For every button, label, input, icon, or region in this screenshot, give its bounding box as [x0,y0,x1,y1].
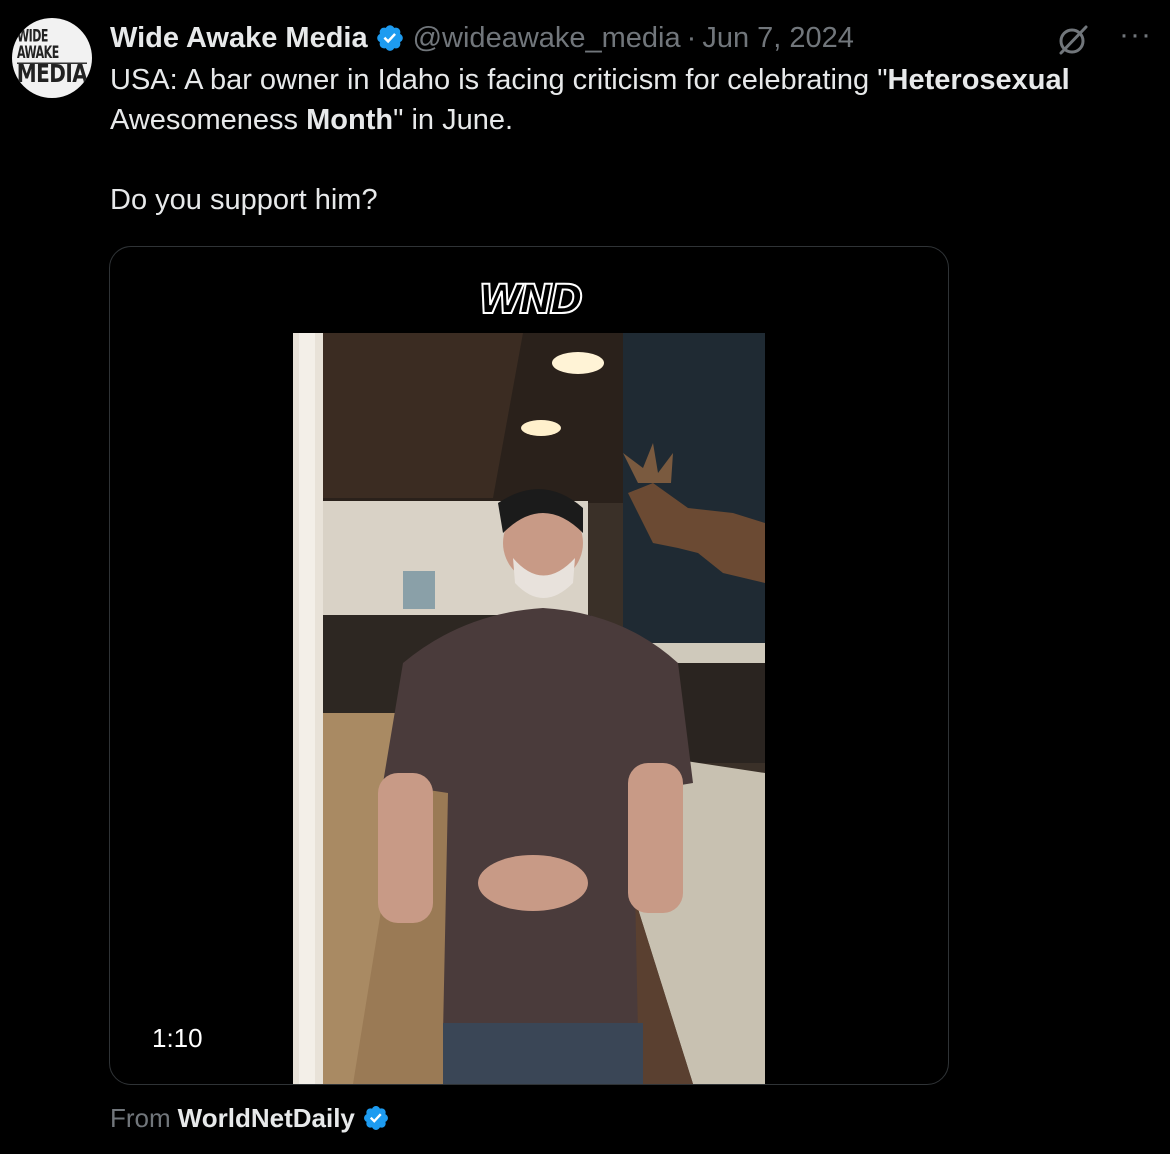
source-attribution: From WorldNetDaily [110,1098,390,1138]
video-player[interactable]: WND 1:10 [109,246,949,1085]
source-prefix: From [110,1102,171,1133]
header-actions: ··· [1055,20,1152,58]
user-handle[interactable]: @wideawake_media [413,22,681,55]
verified-badge-icon[interactable] [375,23,405,53]
tweet-header: Wide Awake Media @wideawake_media · Jun … [110,20,854,56]
tweet-text: USA: A bar owner in Idaho is facing crit… [110,60,1150,220]
avatar[interactable]: WIDE AWAKE MEDIA [12,18,92,98]
tweet-line2-bold: Month [306,104,394,136]
tweet-line1-text: USA: A bar owner in Idaho is facing crit… [110,64,888,96]
avatar-logo-line2: MEDIA [16,57,88,88]
tweet-date[interactable]: Jun 7, 2024 [702,22,854,55]
separator-dot: · [686,21,697,54]
video-thumbnail[interactable] [293,333,765,1084]
grok-icon[interactable] [1055,22,1091,58]
tweet-line1-bold: Heterosexual [887,64,1070,96]
more-icon[interactable]: ··· [1119,20,1152,50]
wnd-watermark: WND [477,276,584,324]
video-duration: 1:10 [152,1023,203,1053]
tweet-line-2: Awesomeness Month" in June. [110,100,1150,140]
tweet-line-3: Do you support him? [110,184,378,216]
tweet-line2-text: Awesomeness [110,104,307,136]
display-name[interactable]: Wide Awake Media [110,22,368,55]
wide-awake-media-logo: WIDE AWAKE MEDIA [17,28,88,86]
tweet-line2-suffix: " in June. [393,104,514,136]
source-name-link[interactable]: WorldNetDaily [178,1103,355,1134]
verified-badge-icon [362,1104,390,1132]
tweet-line-1: USA: A bar owner in Idaho is facing crit… [110,60,1150,100]
